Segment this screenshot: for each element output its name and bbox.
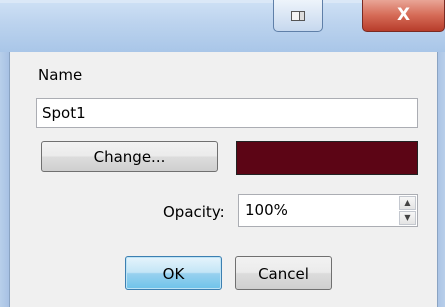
opacity-value[interactable]: 100% (245, 195, 288, 226)
opacity-spinner: ▲ ▼ (399, 196, 416, 225)
close-icon: X (396, 5, 411, 25)
restore-icon (291, 11, 305, 21)
change-color-button[interactable]: Change... (41, 141, 218, 172)
window-frame-left (0, 52, 9, 307)
spin-up-button[interactable]: ▲ (399, 196, 416, 210)
name-input[interactable] (36, 98, 418, 128)
opacity-spinbox[interactable]: 100% ▲ ▼ (238, 194, 418, 227)
name-label: Name (38, 66, 83, 84)
ok-button[interactable]: OK (125, 256, 222, 290)
title-bar: X (0, 0, 445, 52)
close-button[interactable]: X (362, 0, 445, 32)
opacity-label: Opacity: (163, 203, 225, 221)
dialog-body (9, 52, 438, 307)
spin-down-button[interactable]: ▼ (399, 211, 416, 225)
color-swatch[interactable] (236, 141, 418, 175)
restore-button[interactable] (273, 0, 323, 32)
cancel-button[interactable]: Cancel (235, 256, 332, 290)
